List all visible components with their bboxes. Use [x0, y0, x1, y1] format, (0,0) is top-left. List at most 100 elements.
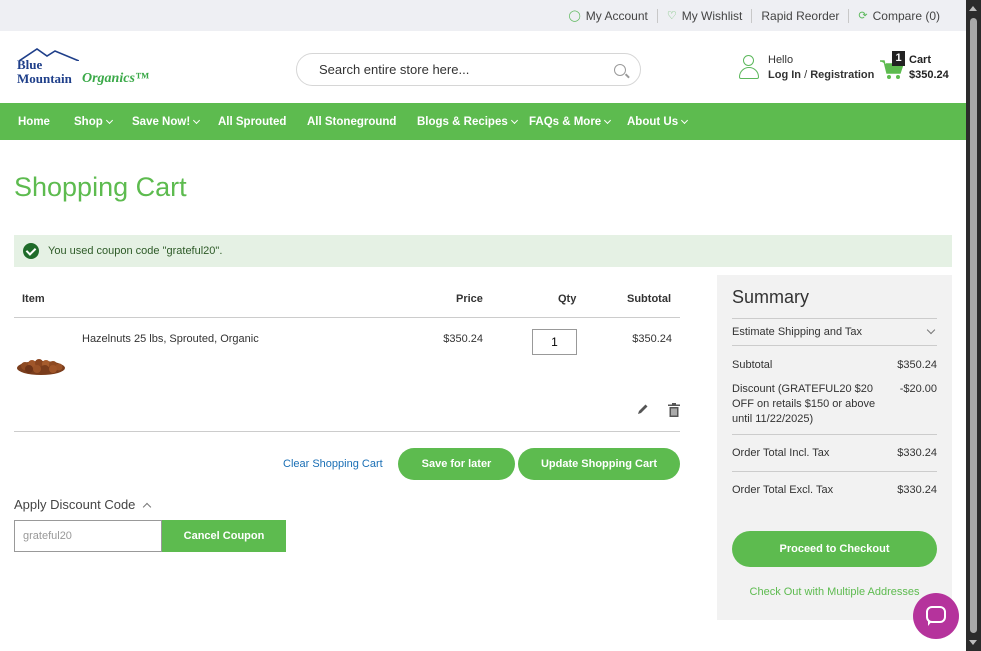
summary-total-incl-value: $330.24	[897, 447, 937, 459]
account-text: Hello Log In / Registration	[768, 53, 874, 83]
product-name-link[interactable]: Hazelnuts 25 lbs, Sprouted, Organic	[82, 333, 259, 345]
logo-line-blue: Blue	[17, 57, 43, 72]
chevron-down-icon	[926, 325, 936, 335]
compare-link[interactable]: ⟳ Compare (0)	[848, 8, 949, 23]
chevron-up-icon	[143, 502, 152, 511]
nav-label-all-stoneground: All Stoneground	[307, 115, 397, 128]
summary-title: Summary	[732, 287, 810, 307]
login-separator: /	[804, 69, 808, 81]
my-wishlist-link[interactable]: ♡ My Wishlist	[656, 8, 752, 23]
nav-item-about-us[interactable]: About Us	[627, 115, 689, 128]
pencil-icon[interactable]	[637, 403, 649, 415]
chevron-down-icon	[681, 116, 689, 124]
summary-total-excl-value: $330.24	[897, 484, 937, 496]
chevron-down-icon	[193, 116, 201, 124]
item-subtotal: $350.24	[632, 333, 672, 345]
page-title: Shopping Cart	[14, 172, 187, 202]
item-price: $350.24	[443, 333, 483, 345]
column-header-item: Item	[22, 293, 45, 305]
update-cart-button[interactable]: Update Shopping Cart	[518, 448, 680, 480]
product-thumbnail[interactable]	[16, 354, 66, 376]
nav-label-faqs-more: FAQs & More	[529, 115, 602, 128]
chat-bubble-tail	[928, 621, 932, 626]
summary-total-incl-label: Order Total Incl. Tax	[732, 447, 830, 459]
nav-label-about-us: About Us	[627, 115, 679, 128]
nav-label-shop: Shop	[74, 115, 103, 128]
summary-total-excl-label: Order Total Excl. Tax	[732, 484, 834, 496]
my-wishlist-label: My Wishlist	[681, 8, 743, 23]
summary-subtotal-row: Subtotal $350.24	[732, 358, 937, 373]
search-bar	[296, 53, 641, 86]
trash-icon[interactable]	[668, 403, 680, 417]
compare-icon: ⟳	[858, 10, 868, 22]
discount-toggle[interactable]: Apply Discount Code	[14, 497, 152, 512]
chevron-down-icon	[105, 116, 113, 124]
heart-icon: ♡	[666, 10, 677, 22]
account-login[interactable]: Hello Log In / Registration	[738, 53, 874, 83]
proceed-to-checkout-button[interactable]: Proceed to Checkout	[732, 531, 937, 567]
summary-discount-value: -$20.00	[899, 383, 937, 395]
top-utility-bar: ◯ My Account ♡ My Wishlist Rapid Reorder…	[0, 0, 966, 31]
scrollbar-thumb[interactable]	[970, 18, 977, 633]
order-summary: Summary Estimate Shipping and Tax Subtot…	[717, 275, 952, 620]
nav-item-all-stoneground[interactable]: All Stoneground	[307, 116, 417, 128]
estimate-shipping-label: Estimate Shipping and Tax	[732, 326, 863, 338]
hello-text: Hello	[768, 54, 794, 66]
cart-label: Cart	[909, 54, 932, 66]
summary-discount-row: Discount (GRATEFUL20 $20 OFF on retails …	[732, 382, 937, 435]
user-icon: ◯	[568, 10, 581, 22]
logo-line-mountain: Mountain	[17, 71, 72, 86]
discount-title: Apply Discount Code	[14, 497, 136, 512]
page-scrollbar[interactable]	[966, 0, 981, 651]
cart-item-row: Hazelnuts 25 lbs, Sprouted, Organic $350…	[14, 318, 680, 432]
nav-item-shop[interactable]: Shop	[74, 116, 132, 128]
column-header-subtotal: Subtotal	[627, 293, 671, 305]
chevron-down-icon	[604, 116, 612, 124]
chat-widget-button[interactable]	[913, 593, 959, 639]
compare-label: Compare (0)	[872, 8, 940, 23]
save-for-later-button[interactable]: Save for later	[398, 448, 515, 480]
scroll-down-arrow-icon[interactable]	[969, 640, 977, 645]
login-link[interactable]: Log In	[768, 69, 801, 81]
site-logo[interactable]: Blue Mountain Organics™	[17, 48, 152, 87]
rapid-reorder-link[interactable]: Rapid Reorder	[751, 8, 848, 23]
check-circle-icon	[23, 243, 39, 259]
nav-item-save-now[interactable]: Save Now!	[132, 116, 218, 128]
my-account-label: My Account	[585, 8, 648, 23]
summary-subtotal-label: Subtotal	[732, 359, 773, 371]
chevron-down-icon	[510, 116, 518, 124]
quantity-input[interactable]	[532, 329, 577, 355]
page: ◯ My Account ♡ My Wishlist Rapid Reorder…	[0, 0, 966, 651]
summary-subtotal-value: $350.24	[897, 359, 937, 371]
search-icon[interactable]	[614, 63, 626, 76]
nav-item-faqs-more[interactable]: FAQs & More	[529, 116, 627, 128]
logo-line-organics: Organics™	[82, 71, 149, 86]
summary-total-excl-row: Order Total Excl. Tax $330.24	[732, 472, 937, 509]
nav-item-blogs-recipes[interactable]: Blogs & Recipes	[417, 116, 529, 128]
clear-cart-link[interactable]: Clear Shopping Cart	[283, 458, 383, 470]
nav-label-blogs-recipes: Blogs & Recipes	[417, 115, 508, 128]
rapid-reorder-label: Rapid Reorder	[761, 8, 840, 23]
header: Blue Mountain Organics™ Hello Log In / R…	[0, 31, 966, 103]
summary-total-incl-row: Order Total Incl. Tax $330.24	[732, 435, 937, 472]
my-account-link[interactable]: ◯ My Account	[559, 9, 656, 23]
estimate-shipping-toggle[interactable]: Estimate Shipping and Tax	[732, 318, 937, 346]
nav-label-all-sprouted: All Sprouted	[218, 115, 287, 128]
nav-item-all-sprouted[interactable]: All Sprouted	[218, 116, 307, 128]
success-message-text: You used coupon code "grateful20".	[48, 245, 223, 257]
cancel-coupon-button[interactable]: Cancel Coupon	[162, 520, 286, 552]
cart-count-badge: 1	[892, 51, 905, 66]
scroll-up-arrow-icon[interactable]	[969, 6, 977, 11]
nav-label-save-now: Save Now!	[132, 115, 191, 128]
registration-link[interactable]: Registration	[810, 69, 874, 81]
coupon-code-input[interactable]	[14, 520, 162, 552]
search-input[interactable]	[319, 62, 614, 77]
nav-item-home[interactable]: Home	[18, 116, 74, 128]
multi-address-checkout-link[interactable]: Check Out with Multiple Addresses	[717, 586, 952, 598]
cart-table-header: Item Price Qty Subtotal	[14, 280, 680, 318]
cart-table: Item Price Qty Subtotal Hazelnuts 25 lbs…	[14, 280, 680, 432]
cart-total: $350.24	[909, 69, 949, 81]
column-header-price: Price	[456, 293, 483, 305]
cart-text: Cart $350.24	[909, 53, 949, 83]
success-message: You used coupon code "grateful20".	[14, 235, 952, 267]
